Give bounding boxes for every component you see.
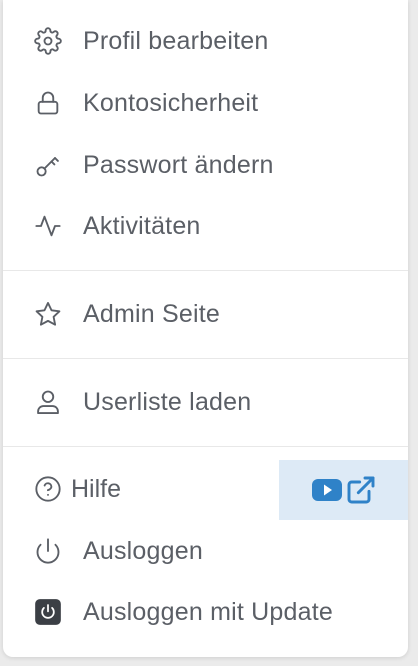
menu-divider: [3, 358, 408, 359]
menu-item-label: Admin Seite: [83, 300, 220, 328]
menu-item-edit-profile[interactable]: Profil bearbeiten: [3, 13, 408, 69]
menu-item-change-password[interactable]: Passwort ändern: [3, 137, 408, 193]
menu-item-activities[interactable]: Aktivitäten: [3, 198, 408, 254]
menu-item-label: Passwort ändern: [83, 151, 274, 179]
menu-item-label: Kontosicherheit: [83, 89, 259, 117]
menu-item-label: Ausloggen mit Update: [83, 598, 333, 626]
power-square-icon: [34, 598, 62, 626]
menu-item-help[interactable]: Hilfe: [3, 461, 273, 517]
menu-item-account-security[interactable]: Kontosicherheit: [3, 75, 408, 131]
key-icon: [34, 151, 62, 179]
youtube-icon: [311, 476, 343, 504]
activity-icon: [34, 212, 62, 240]
menu-item-label: Ausloggen: [83, 537, 203, 565]
menu-item-logout[interactable]: Ausloggen: [3, 523, 408, 579]
lock-icon: [34, 89, 62, 117]
menu-item-label: Profil bearbeiten: [83, 27, 269, 55]
power-icon: [34, 537, 62, 565]
star-icon: [34, 300, 62, 328]
user-dropdown-menu: Profil bearbeiten Kontosicherheit Passwo…: [3, 0, 408, 657]
menu-item-load-userlist[interactable]: Userliste laden: [3, 374, 408, 430]
menu-divider: [3, 270, 408, 271]
external-link-icon: [345, 474, 377, 506]
menu-item-label: Aktivitäten: [83, 212, 201, 240]
help-video-link[interactable]: [279, 460, 408, 520]
user-icon: [34, 388, 62, 416]
gear-icon: [34, 27, 62, 55]
menu-item-label: Userliste laden: [83, 388, 252, 416]
menu-item-logout-with-update[interactable]: Ausloggen mit Update: [3, 584, 408, 640]
menu-item-label: Hilfe: [71, 475, 122, 503]
menu-item-admin-page[interactable]: Admin Seite: [3, 286, 408, 342]
menu-divider: [3, 446, 408, 447]
help-circle-icon: [34, 475, 62, 503]
